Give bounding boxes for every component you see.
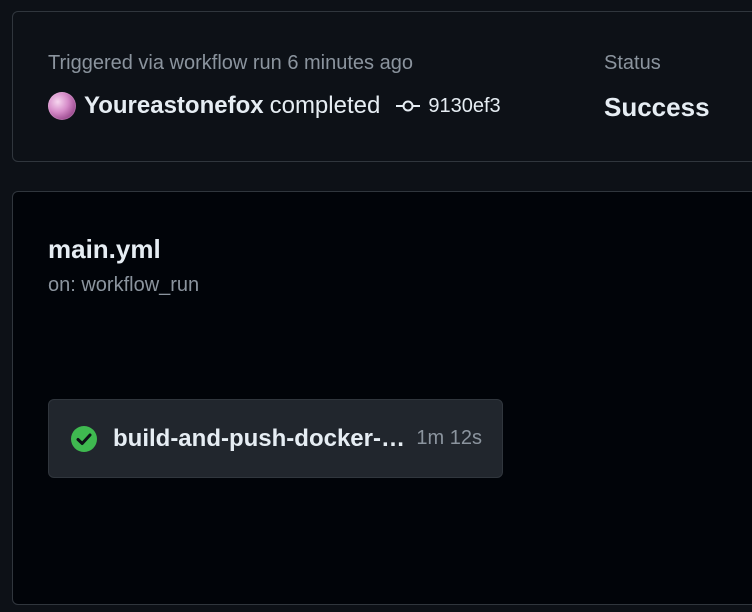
git-commit-icon bbox=[396, 100, 421, 112]
workflow-trigger-event: on: workflow_run bbox=[48, 274, 200, 296]
job-duration: 1m 12s bbox=[416, 427, 482, 449]
avatar[interactable] bbox=[48, 92, 76, 120]
run-summary-card: Triggered via workflow run 6 minutes ago… bbox=[12, 11, 752, 162]
trigger-description: Triggered via workflow run 6 minutes ago bbox=[48, 52, 413, 74]
job-node[interactable]: build-and-push-docker-i... 1m 12s bbox=[48, 399, 503, 478]
actor-action-text: completed bbox=[269, 92, 381, 119]
workflow-file-name: main.yml bbox=[48, 234, 161, 264]
status-label: Status bbox=[604, 52, 661, 74]
check-circle-icon bbox=[71, 425, 97, 452]
trigger-actor-row: Youreastonefox completed 9130ef3 bbox=[48, 92, 501, 120]
job-name: build-and-push-docker-i... bbox=[113, 424, 407, 452]
status-value: Success bbox=[604, 92, 710, 122]
actor-link[interactable]: Youreastonefox bbox=[84, 92, 264, 120]
commit-sha-link[interactable]: 9130ef3 bbox=[428, 95, 500, 118]
workflow-graph-card: main.yml on: workflow_run build-and-push… bbox=[12, 191, 752, 605]
